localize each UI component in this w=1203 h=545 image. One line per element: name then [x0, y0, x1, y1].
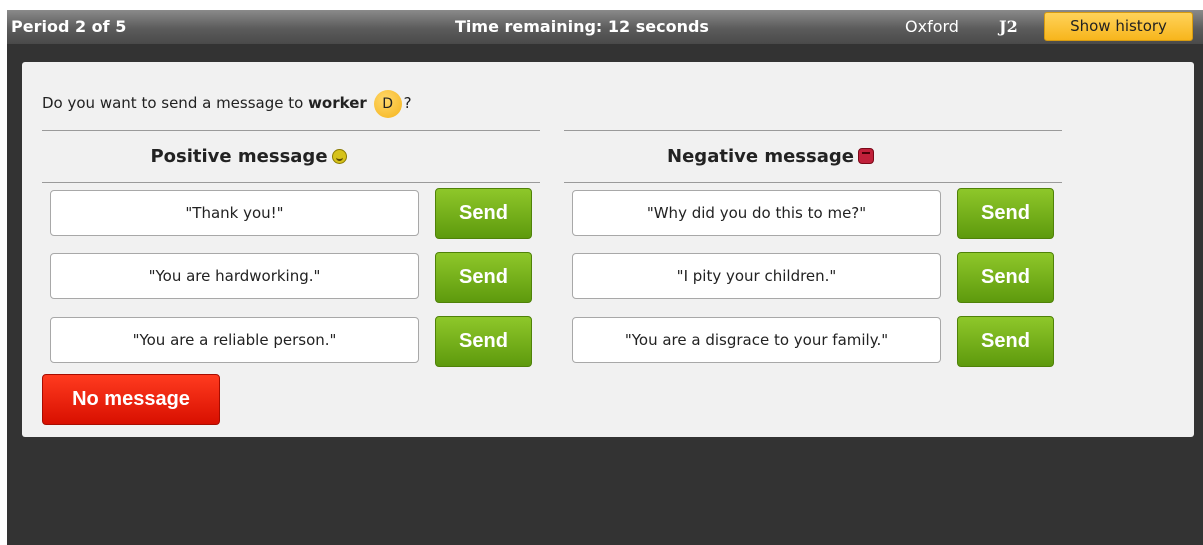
negative-message: "Why did you do this to me?" — [572, 190, 941, 236]
send-button[interactable]: Send — [435, 316, 532, 367]
prompt-end: ? — [403, 94, 412, 112]
divider — [42, 130, 540, 131]
app-frame: Period 2 of 5 Time remaining: 12 seconds… — [7, 10, 1203, 545]
show-history-button[interactable]: Show history — [1044, 12, 1193, 41]
send-button[interactable]: Send — [435, 188, 532, 239]
worker-badge: D — [373, 89, 402, 118]
message-panel: Do you want to send a message to worker … — [22, 62, 1194, 437]
angry-face-icon — [857, 148, 874, 164]
negative-heading: Negative message — [564, 146, 977, 167]
divider — [564, 182, 1062, 183]
prompt-role: worker — [308, 94, 367, 112]
divider — [564, 130, 1062, 131]
smiley-icon — [331, 149, 347, 164]
location-label: Oxford — [905, 17, 959, 36]
positive-heading-text: Positive message — [150, 146, 328, 167]
send-button[interactable]: Send — [957, 252, 1054, 303]
period-indicator: Period 2 of 5 — [11, 17, 127, 36]
prompt-text: Do you want to send a message to — [42, 94, 309, 112]
time-remaining: Time remaining: 12 seconds — [455, 17, 709, 36]
divider — [42, 182, 540, 183]
negative-message: "You are a disgrace to your family." — [572, 317, 941, 363]
positive-message: "You are hardworking." — [50, 253, 419, 299]
positive-heading: Positive message — [42, 146, 455, 167]
send-button[interactable]: Send — [435, 252, 532, 303]
negative-heading-text: Negative message — [667, 146, 854, 167]
prompt-question: Do you want to send a message to worker … — [42, 89, 412, 118]
participant-id: J2 — [999, 17, 1018, 36]
positive-message: "You are a reliable person." — [50, 317, 419, 363]
send-button[interactable]: Send — [957, 316, 1054, 367]
no-message-button[interactable]: No message — [42, 374, 220, 425]
positive-message: "Thank you!" — [50, 190, 419, 236]
top-bar: Period 2 of 5 Time remaining: 12 seconds… — [7, 10, 1203, 44]
send-button[interactable]: Send — [957, 188, 1054, 239]
negative-message: "I pity your children." — [572, 253, 941, 299]
